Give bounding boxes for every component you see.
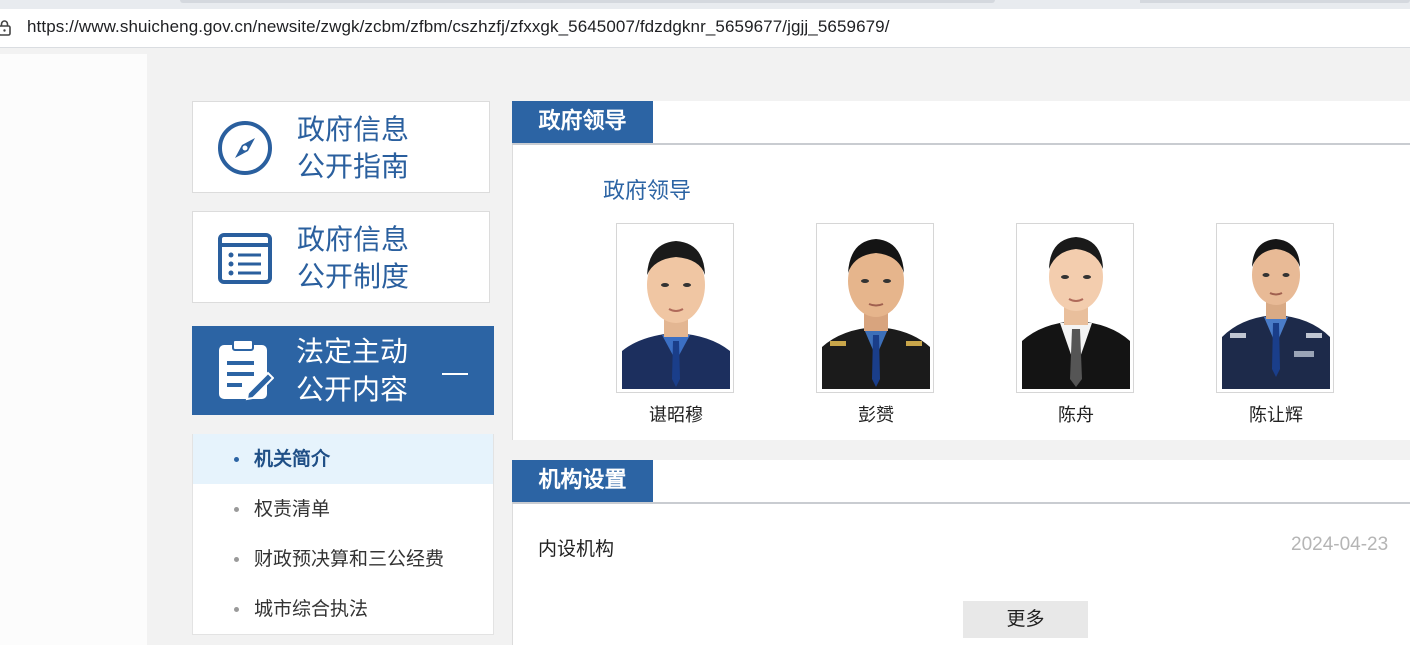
leader-photo-frame bbox=[616, 223, 734, 393]
leader-photo-frame bbox=[1216, 223, 1334, 393]
leader-photo[interactable] bbox=[822, 229, 930, 389]
browser-tab[interactable] bbox=[1140, 0, 1410, 3]
bullet-icon bbox=[234, 507, 239, 512]
leader-photo[interactable] bbox=[622, 229, 730, 389]
sidebar-card-system[interactable]: 政府信息 公开制度 bbox=[192, 211, 490, 303]
browser-tabstrip bbox=[0, 0, 1410, 9]
sidebar-card-guide[interactable]: 政府信息 公开指南 bbox=[192, 101, 490, 193]
bullet-icon bbox=[234, 607, 239, 612]
sidebar-card-title-line1: 政府信息 bbox=[297, 113, 410, 146]
sidebar-card-title-line2: 公开制度 bbox=[297, 260, 410, 293]
leader-name[interactable]: 谌昭穆 bbox=[616, 401, 736, 427]
page-left-gutter bbox=[0, 54, 147, 645]
org-list-item-date: 2024-04-23 bbox=[1291, 534, 1389, 555]
leader-photo-frame bbox=[1016, 223, 1134, 393]
collapse-icon[interactable] bbox=[442, 373, 468, 375]
org-section-header: 机构设置 bbox=[512, 460, 1410, 504]
clipboard-edit-icon bbox=[219, 339, 274, 401]
org-list-item-title[interactable]: 内设机构 bbox=[538, 534, 614, 561]
leader-name[interactable]: 彭赟 bbox=[816, 401, 936, 427]
site-info-icon[interactable] bbox=[0, 20, 12, 36]
bullet-icon bbox=[234, 457, 239, 462]
bullet-icon bbox=[234, 557, 239, 562]
tab-org-structure[interactable]: 机构设置 bbox=[512, 460, 653, 502]
sidebar-card-title-line1: 政府信息 bbox=[297, 223, 410, 256]
leader-name[interactable]: 陈舟 bbox=[1016, 401, 1136, 427]
sidebar-card-title-line2: 公开指南 bbox=[297, 150, 410, 183]
sidebar-submenu: 机关简介 权责清单 财政预决算和三公经费 城市综合执法 bbox=[192, 434, 494, 635]
more-button[interactable]: 更多 bbox=[963, 601, 1088, 638]
submenu-item-label: 机关简介 bbox=[254, 448, 331, 470]
sidebar-card-title-line1: 法定主动 bbox=[296, 335, 409, 368]
leaders-section-header: 政府领导 bbox=[512, 101, 1410, 145]
leader-photo[interactable] bbox=[1022, 229, 1130, 389]
list-document-icon bbox=[218, 233, 272, 284]
sidebar-card-title-line2: 公开内容 bbox=[296, 373, 409, 406]
submenu-item-budget[interactable]: 财政预决算和三公经费 bbox=[193, 534, 493, 584]
submenu-item-responsibility-list[interactable]: 权责清单 bbox=[193, 484, 493, 534]
address-bar[interactable]: https://www.shuicheng.gov.cn/newsite/zwg… bbox=[0, 9, 1410, 48]
url-text[interactable]: https://www.shuicheng.gov.cn/newsite/zwg… bbox=[27, 17, 890, 37]
submenu-item-agency-intro[interactable]: 机关简介 bbox=[193, 434, 493, 484]
submenu-item-label: 城市综合执法 bbox=[254, 598, 369, 620]
compass-icon bbox=[218, 121, 272, 175]
leaders-subtitle[interactable]: 政府领导 bbox=[603, 173, 691, 205]
submenu-item-urban-enforcement[interactable]: 城市综合执法 bbox=[193, 584, 493, 634]
submenu-item-label: 权责清单 bbox=[254, 498, 331, 520]
leader-name[interactable]: 陈让辉 bbox=[1216, 401, 1336, 427]
submenu-item-label: 财政预决算和三公经费 bbox=[254, 548, 445, 570]
leader-photo-frame bbox=[816, 223, 934, 393]
browser-tab[interactable] bbox=[180, 0, 995, 3]
leader-photo[interactable] bbox=[1222, 229, 1330, 389]
sidebar-card-mandatory-disclosure[interactable]: 法定主动 公开内容 bbox=[192, 326, 494, 415]
tab-leaders[interactable]: 政府领导 bbox=[512, 101, 653, 143]
